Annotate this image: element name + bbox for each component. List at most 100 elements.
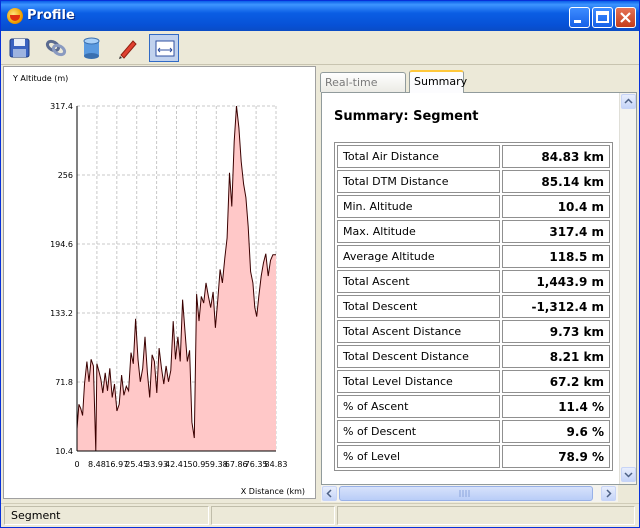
x-tick-label: 84.83 xyxy=(265,460,288,469)
close-button[interactable] xyxy=(615,7,636,28)
x-ticks: 0 8.48 16.9725.4533.9342.41 50.9 59.3867.867… xyxy=(74,460,287,469)
y-tick-label: 71.8 xyxy=(55,378,73,387)
summary-label: Max. Altitude xyxy=(337,220,500,243)
summary-label: % of Level xyxy=(337,445,500,468)
table-row: Total Ascent 1,443.9 m xyxy=(337,270,610,293)
database-icon xyxy=(83,37,100,59)
summary-title: Summary: Segment xyxy=(334,109,479,124)
y-tick-label: 10.4 xyxy=(55,447,73,456)
maximize-button[interactable] xyxy=(592,7,613,28)
summary-label: Min. Altitude xyxy=(337,195,500,218)
status-panel-3 xyxy=(337,506,635,525)
summary-table: Total Air Distance 84.83 km Total DTM Dist… xyxy=(334,142,613,471)
table-row: Average Altitude 118.5 m xyxy=(337,245,610,268)
summary-value: 1,443.9 m xyxy=(502,270,610,293)
close-icon xyxy=(620,12,631,23)
save-button[interactable] xyxy=(5,34,35,62)
summary-label: Total Descent xyxy=(337,295,500,318)
x-tick-label: 0 xyxy=(74,460,79,469)
profile-window: Profile Y Altitude (m) X Distance (km) 1… xyxy=(0,0,640,528)
y-ticks: 10.4 71.8 133.2 194.6 256 317.4 xyxy=(50,102,73,456)
y-tick-label: 194.6 xyxy=(50,240,73,249)
table-row: % of Ascent 11.4 % xyxy=(337,395,610,418)
summary-value: 118.5 m xyxy=(502,245,610,268)
summary-panel: Summary: Segment Total Air Distance 84.83… xyxy=(321,92,637,485)
x-tick-label: 42.41 xyxy=(165,460,188,469)
table-row: Total Air Distance 84.83 km xyxy=(337,145,610,168)
profile-view-icon xyxy=(155,40,175,57)
x-axis-label: X Distance (km) xyxy=(241,487,305,496)
measure-button[interactable] xyxy=(113,34,143,62)
chevron-down-icon xyxy=(624,472,633,478)
app-globe-icon xyxy=(7,8,23,24)
summary-value: 9.73 km xyxy=(502,320,610,343)
chevron-right-icon xyxy=(606,489,612,498)
y-tick-label: 133.2 xyxy=(50,309,73,318)
summary-label: Total Ascent xyxy=(337,270,500,293)
table-row: % of Level 78.9 % xyxy=(337,445,610,468)
x-tick-label: 50.9 xyxy=(187,460,205,469)
grip-icon xyxy=(459,490,470,497)
summary-value: 10.4 m xyxy=(502,195,610,218)
chevron-left-icon xyxy=(326,489,332,498)
y-tick-label: 256 xyxy=(58,171,73,180)
summary-label: Total DTM Distance xyxy=(337,170,500,193)
scroll-right-button[interactable] xyxy=(601,486,616,501)
scroll-up-button[interactable] xyxy=(621,94,636,109)
minimize-icon xyxy=(574,20,581,23)
status-bar: Segment xyxy=(1,503,639,527)
table-row: Min. Altitude 10.4 m xyxy=(337,195,610,218)
floppy-disk-icon xyxy=(9,38,30,58)
minimize-button[interactable] xyxy=(569,7,590,28)
database-button[interactable] xyxy=(77,34,107,62)
summary-label: % of Descent xyxy=(337,420,500,443)
horizontal-scroll-thumb[interactable] xyxy=(339,486,593,501)
summary-value: 11.4 % xyxy=(502,395,610,418)
x-tick-label: 8.48 xyxy=(88,460,106,469)
tab-real-time-profile[interactable]: Real-time Profile xyxy=(320,72,406,108)
summary-value: -1,312.4 m xyxy=(502,295,610,318)
table-row: Total Level Distance 67.2 km xyxy=(337,370,610,393)
scroll-down-button[interactable] xyxy=(621,467,636,482)
table-row: Total Descent Distance 8.21 km xyxy=(337,345,610,368)
table-row: % of Descent 9.6 % xyxy=(337,420,610,443)
toolbar xyxy=(1,31,639,65)
profile-chart-pane: Y Altitude (m) X Distance (km) 10.4 71.8 1… xyxy=(3,66,316,499)
summary-value: 84.83 km xyxy=(502,145,610,168)
summary-value: 67.2 km xyxy=(502,370,610,393)
summary-label: Total Level Distance xyxy=(337,370,500,393)
summary-label: Average Altitude xyxy=(337,245,500,268)
summary-value: 317.4 m xyxy=(502,220,610,243)
summary-label: Total Ascent Distance xyxy=(337,320,500,343)
summary-label: Total Descent Distance xyxy=(337,345,500,368)
table-row: Max. Altitude 317.4 m xyxy=(337,220,610,243)
summary-label: Total Air Distance xyxy=(337,145,500,168)
link-button[interactable] xyxy=(41,34,71,62)
vertical-scrollbar[interactable] xyxy=(619,93,636,484)
table-row: Total Ascent Distance 9.73 km xyxy=(337,320,610,343)
profile-chart: Y Altitude (m) X Distance (km) 10.471.81… xyxy=(12,74,305,496)
scroll-left-button[interactable] xyxy=(322,486,337,501)
window-title: Profile xyxy=(27,8,75,23)
tab-strip: Real-time Profile Summary xyxy=(320,70,638,108)
title-bar[interactable]: Profile xyxy=(1,1,639,31)
summary-value: 8.21 km xyxy=(502,345,610,368)
table-row: Total Descent -1,312.4 m xyxy=(337,295,610,318)
summary-value: 85.14 km xyxy=(502,170,610,193)
chevron-up-icon xyxy=(624,98,633,104)
summary-label: % of Ascent xyxy=(337,395,500,418)
summary-value: 78.9 % xyxy=(502,445,610,468)
summary-value: 9.6 % xyxy=(502,420,610,443)
y-axis-label: Y Altitude (m) xyxy=(12,74,68,83)
table-row: Total DTM Distance 85.14 km xyxy=(337,170,610,193)
tab-summary[interactable]: Summary xyxy=(409,70,467,93)
profile-view-button[interactable] xyxy=(149,34,179,62)
status-panel-2 xyxy=(211,506,335,525)
status-text: Segment xyxy=(4,506,209,525)
chain-link-icon xyxy=(45,39,67,57)
horizontal-scrollbar[interactable] xyxy=(321,485,618,502)
maximize-icon xyxy=(596,11,609,23)
right-pane: Real-time Profile Summary Summary: Segme… xyxy=(320,66,638,502)
y-tick-label: 317.4 xyxy=(50,102,73,111)
pencil-ruler-icon xyxy=(119,40,137,59)
